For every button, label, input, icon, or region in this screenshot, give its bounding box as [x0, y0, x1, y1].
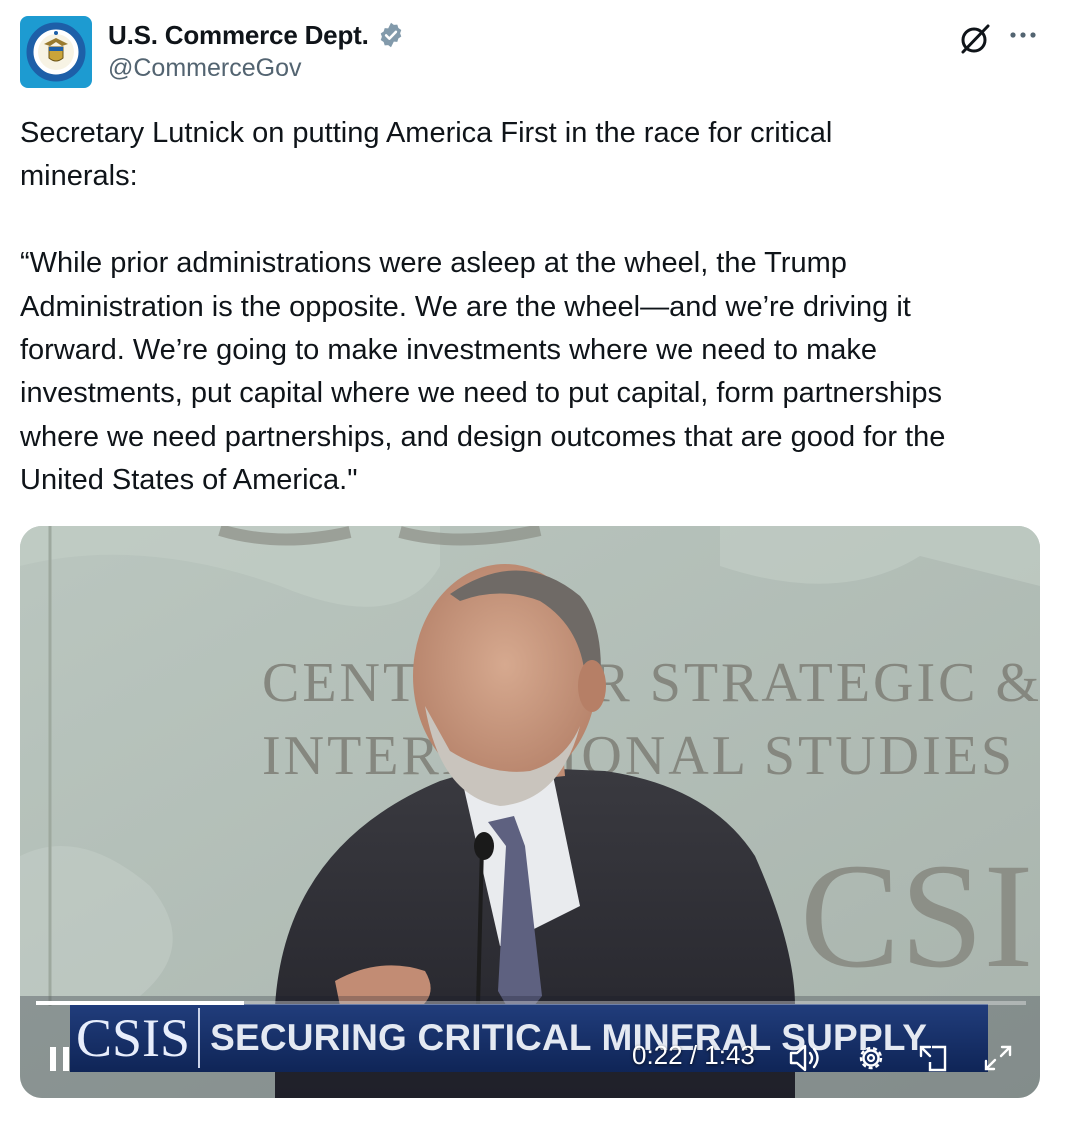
more-options-button[interactable] — [1003, 18, 1047, 58]
author-handle[interactable]: @CommerceGov — [108, 54, 301, 83]
pause-icon — [50, 1047, 69, 1071]
lower-third-logo: CSIS — [70, 1008, 201, 1068]
backdrop-csis-logo: CSIS — [800, 833, 1040, 999]
lower-third-banner: CSIS SECURING CRITICAL MINERAL SUPPLY — [70, 1004, 988, 1072]
fullscreen-button[interactable] — [980, 1040, 1016, 1076]
avatar[interactable] — [20, 16, 92, 88]
grok-button[interactable] — [955, 18, 995, 58]
pause-button[interactable] — [46, 1042, 76, 1076]
settings-button[interactable] — [852, 1040, 890, 1076]
department-of-commerce-seal-icon — [26, 22, 86, 82]
fullscreen-icon — [984, 1045, 1012, 1071]
video-time-display: 0:22 / 1:43 — [632, 1040, 755, 1070]
author-display-name[interactable]: U.S. Commerce Dept. — [108, 20, 369, 51]
backdrop-text-line1: CENTER FOR STRATEGIC & — [262, 652, 1040, 714]
verified-badge-icon — [380, 22, 401, 48]
more-options-icon — [1010, 32, 1036, 38]
volume-icon — [789, 1044, 819, 1072]
video-progress-bar[interactable] — [36, 1001, 1026, 1005]
picture-in-picture-icon — [919, 1045, 947, 1072]
video-player[interactable]: CENTER FOR STRATEGIC & INTERNATIONAL STU… — [20, 526, 1040, 1098]
video-progress-fill — [36, 1001, 244, 1005]
tweet-text: Secretary Lutnick on putting America Fir… — [20, 117, 946, 497]
settings-gear-icon — [859, 1046, 883, 1070]
grok-icon — [961, 24, 990, 54]
volume-button[interactable] — [786, 1040, 826, 1076]
picture-in-picture-button[interactable] — [916, 1040, 952, 1076]
